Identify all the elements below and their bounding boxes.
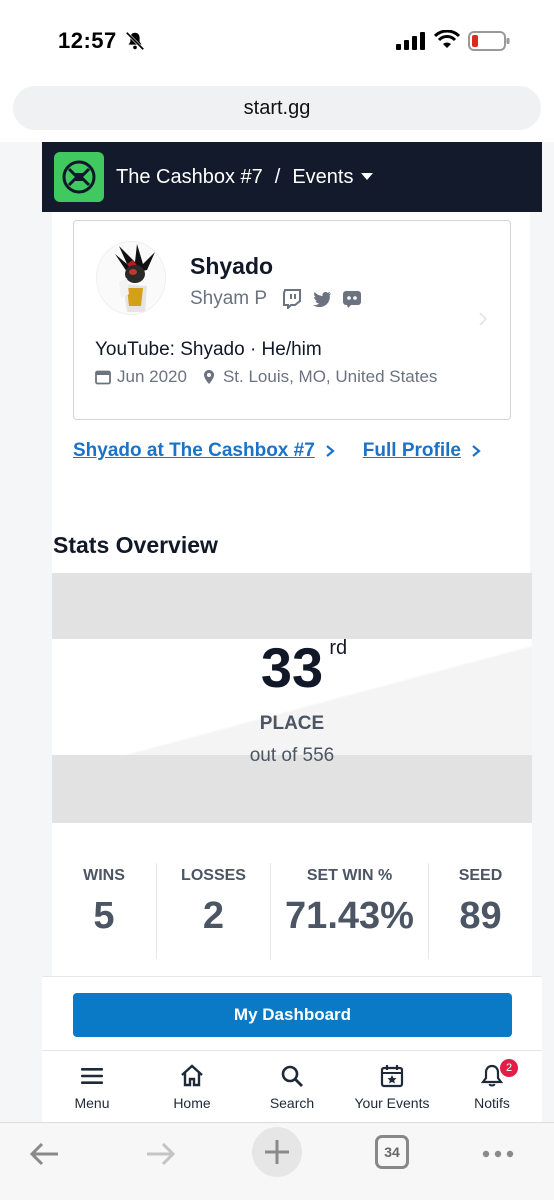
location: St. Louis, MO, United States	[222, 367, 438, 386]
notification-badge: 2	[500, 1059, 518, 1077]
bottom-nav: Menu Home Search Your Events 2 Notifs	[42, 1050, 542, 1122]
profile-bio: YouTube: Shyado · He/him	[95, 339, 322, 360]
more-options-icon[interactable]	[480, 1139, 516, 1169]
browser-toolbar: 34	[0, 1122, 554, 1200]
home-icon	[181, 1064, 203, 1087]
profile-meta: Jun 2020 St. Louis, MO, United States	[95, 367, 437, 387]
cellular-signal-icon	[396, 32, 425, 50]
plus-icon	[265, 1140, 289, 1164]
caret-down-icon[interactable]	[361, 173, 374, 181]
my-dashboard-button[interactable]: My Dashboard	[73, 993, 512, 1037]
stat-label: WINS	[83, 867, 125, 884]
nav-search[interactable]: Search	[242, 1051, 342, 1122]
stat-losses: LOSSES 2	[156, 863, 270, 959]
stat-value: 5	[93, 895, 115, 937]
placement-out-of: out of 556	[249, 745, 335, 766]
search-icon	[281, 1065, 303, 1087]
gamer-tag: Shyado	[190, 253, 274, 279]
nav-label: Menu	[74, 1095, 110, 1111]
social-links	[282, 289, 362, 309]
profile-links: Shyado at The Cashbox #7 Full Profile	[73, 440, 481, 462]
placement-label: PLACE	[259, 713, 325, 734]
twitch-icon[interactable]	[282, 289, 302, 309]
nav-label: Your Events	[354, 1095, 430, 1111]
placement-value: 33	[260, 636, 324, 699]
calendar-icon	[95, 370, 111, 385]
placement-number: 33 rd	[52, 635, 532, 700]
back-arrow-icon[interactable]	[28, 1137, 62, 1171]
address-bar[interactable]: start.gg	[13, 86, 541, 130]
chevron-right-icon	[472, 445, 481, 457]
stat-value: 89	[459, 895, 502, 937]
real-name: Shyam P	[190, 288, 268, 309]
nav-label: Notifs	[474, 1095, 510, 1111]
nav-menu[interactable]: Menu	[42, 1051, 142, 1122]
avatar	[96, 241, 166, 315]
startgg-logo-icon	[62, 160, 96, 194]
forward-arrow-icon[interactable]	[143, 1137, 177, 1171]
status-time: 12:57	[58, 28, 117, 53]
new-tab-button[interactable]	[252, 1127, 302, 1177]
events-dropdown[interactable]: Events	[292, 166, 353, 189]
stat-value: 71.43%	[285, 895, 414, 937]
stat-seed: SEED 89	[428, 863, 532, 959]
bell-muted-icon	[125, 31, 145, 51]
tournament-logo[interactable]	[54, 152, 104, 202]
full-profile-link[interactable]: Full Profile	[363, 440, 461, 462]
avatar-image	[97, 242, 165, 314]
stat-label: LOSSES	[181, 867, 246, 884]
chevron-right-icon	[326, 445, 335, 457]
stat-value: 2	[202, 895, 225, 937]
stat-grid: WINS 5 LOSSES 2 SET WIN % 71.43% SEED 89	[52, 863, 532, 959]
stat-label: SEED	[458, 867, 503, 884]
chevron-right-icon	[479, 312, 488, 326]
stat-wins: WINS 5	[52, 863, 156, 959]
calendar-star-icon	[380, 1065, 404, 1088]
twitter-icon[interactable]	[312, 289, 332, 309]
menu-icon	[81, 1068, 103, 1084]
profile-card[interactable]: Shyado Shyam P YouTube: Shyado · He/him …	[73, 220, 511, 420]
placement-suffix: rd	[329, 637, 348, 659]
location-pin-icon	[203, 370, 214, 384]
battery-low-icon	[468, 31, 510, 51]
nav-home[interactable]: Home	[142, 1051, 242, 1122]
tournament-header: The Cashbox #7 / Events	[42, 142, 542, 212]
joined-date: Jun 2020	[117, 367, 187, 386]
nav-label: Home	[173, 1095, 211, 1111]
web-page: The Cashbox #7 / Events Shyado Shyam P Y…	[0, 142, 554, 1122]
status-bar: 12:57	[0, 0, 554, 80]
stat-set-win-pct: SET WIN % 71.43%	[270, 863, 428, 959]
wifi-icon	[434, 30, 460, 48]
stats-card: 33 rd PLACE out of 556 WINS 5 LOSSES 2 S…	[52, 573, 532, 993]
tournament-title[interactable]: The Cashbox #7	[116, 166, 263, 189]
stat-label: SET WIN %	[306, 867, 393, 884]
dashboard-bar: My Dashboard	[42, 976, 542, 1050]
nav-notifs[interactable]: 2 Notifs	[442, 1051, 542, 1122]
nav-label: Search	[269, 1095, 315, 1111]
url-text: start.gg	[243, 96, 311, 119]
event-profile-link[interactable]: Shyado at The Cashbox #7	[73, 440, 315, 462]
discord-icon[interactable]	[342, 289, 362, 309]
nav-your-events[interactable]: Your Events	[342, 1051, 442, 1122]
breadcrumb-separator: /	[274, 165, 281, 188]
tab-switcher-button[interactable]: 34	[375, 1135, 409, 1169]
stats-heading: Stats Overview	[53, 532, 218, 558]
